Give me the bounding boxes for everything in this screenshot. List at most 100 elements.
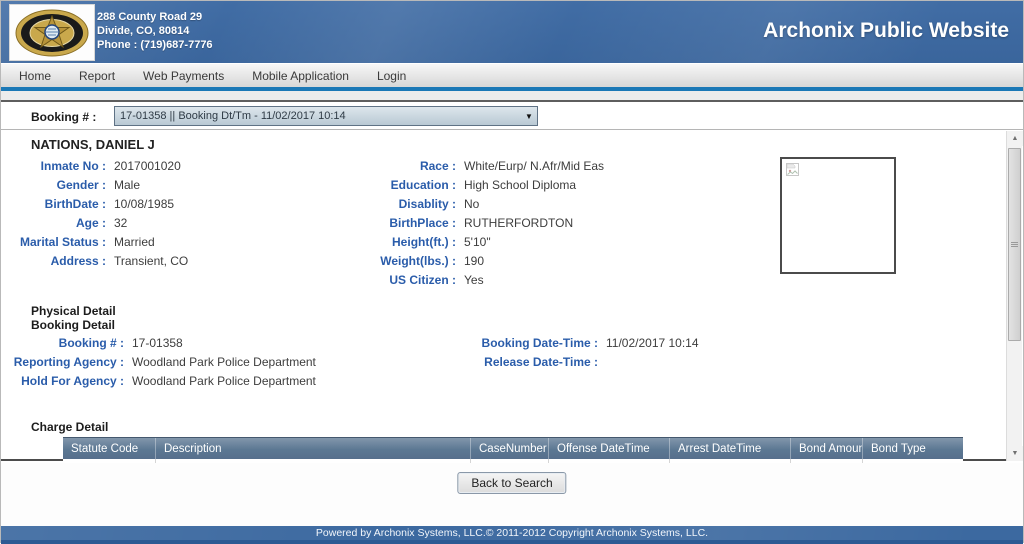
field-release-datetime: Release Date-Time : [461,352,881,371]
booking-number-select[interactable]: 17-01358 || Booking Dt/Tm - 11/02/2017 1… [114,106,538,126]
scrollbar-thumb[interactable] [1008,148,1021,341]
field-value: 10/08/1985 [106,197,174,211]
field-value: 2017001020 [106,159,181,173]
vertical-scrollbar[interactable]: ▲ ▼ [1006,131,1022,461]
col-header-statute-code: Statute Code [63,438,156,459]
inmate-detail-panel: NATIONS, DANIEL J Inmate No : 2017001020… [1,131,1023,461]
nav-item-report[interactable]: Report [65,64,129,87]
field-label: Weight(lbs.) : [331,254,456,268]
broken-image-icon [786,163,799,176]
inmate-fields-right: Race : White/Eurp/ N.Afr/Mid Eas Educati… [331,156,771,289]
footer-bar: Powered by Archonix Systems, LLC.© 2011-… [1,526,1023,540]
field-disability: Disablity : No [331,194,771,213]
field-marital-status: Marital Status : Married [1,232,331,251]
field-inmate-no: Inmate No : 2017001020 [1,156,331,175]
field-label: Race : [331,159,456,173]
field-value: Married [106,235,155,249]
scrollbar-up-icon[interactable]: ▲ [1007,131,1023,146]
page-header: 288 County Road 29 Divide, CO, 80814 Pho… [1,1,1023,63]
field-weight: Weight(lbs.) : 190 [331,251,771,270]
field-gender: Gender : Male [1,175,331,194]
booking-fields-left: Booking # : 17-01358 Reporting Agency : … [1,333,441,390]
sheriff-badge-icon [14,8,90,58]
header-divider-strip [1,91,1023,102]
nav-item-mobile-application[interactable]: Mobile Application [238,64,363,87]
field-value: 5'10" [456,235,491,249]
col-header-arrest-datetime: Arrest DateTime [670,438,791,459]
field-booking-datetime: Booking Date-Time : 11/02/2017 10:14 [461,333,881,352]
field-birthdate: BirthDate : 10/08/1985 [1,194,331,213]
field-label: Address : [1,254,106,268]
main-nav: Home Report Web Payments Mobile Applicat… [1,63,1023,87]
field-value: 190 [456,254,484,268]
field-label: Marital Status : [1,235,106,249]
field-birthplace: BirthPlace : RUTHERFORDTON [331,213,771,232]
field-value: High School Diploma [456,178,576,192]
address-line: Phone : (719)687-7776 [97,38,213,52]
field-label: BirthDate : [1,197,106,211]
booking-select-value: 17-01358 || Booking Dt/Tm - 11/02/2017 1… [115,110,521,122]
nav-item-web-payments[interactable]: Web Payments [129,64,238,87]
field-hold-for-agency: Hold For Agency : Woodland Park Police D… [1,371,441,390]
charge-detail-table: Statute Code Description CaseNumber Offe… [63,437,963,464]
booking-number-label: Booking # : [31,110,96,124]
field-label: Height(ft.) : [331,235,456,249]
field-label: Inmate No : [1,159,106,173]
booking-fields-right: Booking Date-Time : 11/02/2017 10:14 Rel… [461,333,881,371]
field-us-citizen: US Citizen : Yes [331,270,771,289]
field-label: US Citizen : [331,273,456,287]
charge-table-header-row: Statute Code Description CaseNumber Offe… [63,437,963,459]
field-value: RUTHERFORDTON [456,216,573,230]
field-race: Race : White/Eurp/ N.Afr/Mid Eas [331,156,771,175]
field-label: Reporting Agency : [1,355,124,369]
nav-item-login[interactable]: Login [363,64,420,87]
field-label: BirthPlace : [331,216,456,230]
field-value: Woodland Park Police Department [124,374,316,388]
field-label: Education : [331,178,456,192]
col-header-description: Description [156,438,471,459]
scrollbar-down-icon[interactable]: ▼ [1007,446,1023,461]
footer-bottom-strip [1,540,1023,544]
field-value: Transient, CO [106,254,188,268]
field-value: 17-01358 [124,336,183,350]
agency-address: 288 County Road 29 Divide, CO, 80814 Pho… [97,10,213,52]
inmate-fields-left: Inmate No : 2017001020 Gender : Male Bir… [1,156,331,270]
field-booking-number: Booking # : 17-01358 [1,333,441,352]
section-heading-booking-detail: Booking Detail [31,318,115,332]
field-label: Booking # : [1,336,124,350]
address-line: 288 County Road 29 [97,10,213,24]
address-line: Divide, CO, 80814 [97,24,213,38]
booking-selector-row: Booking # : 17-01358 || Booking Dt/Tm - … [1,104,1023,130]
col-header-bond-type: Bond Type [863,438,963,459]
footer-copyright: Powered by Archonix Systems, LLC.© 2011-… [316,527,708,539]
col-header-case-number: CaseNumber [471,438,549,459]
field-education: Education : High School Diploma [331,175,771,194]
site-title: Archonix Public Website [763,19,1009,43]
field-value: 32 [106,216,127,230]
field-value: Male [106,178,140,192]
scrollbar-grip [1011,241,1018,248]
inmate-name: NATIONS, DANIEL J [31,137,155,152]
field-label: Release Date-Time : [461,355,598,369]
field-value: No [456,197,479,211]
field-value: 11/02/2017 10:14 [598,336,699,350]
nav-item-home[interactable]: Home [1,64,65,87]
col-header-bond-amount: Bond Amount [791,438,863,459]
back-to-search-button[interactable]: Back to Search [457,472,566,494]
col-header-offense-datetime: Offense DateTime [549,438,670,459]
section-heading-charge-detail: Charge Detail [31,420,108,434]
field-value: Yes [456,273,484,287]
field-height: Height(ft.) : 5'10" [331,232,771,251]
chevron-down-icon: ▼ [521,112,537,121]
field-label: Booking Date-Time : [461,336,598,350]
field-address: Address : Transient, CO [1,251,331,270]
section-heading-physical-detail: Physical Detail [31,304,116,318]
field-value: White/Eurp/ N.Afr/Mid Eas [456,159,604,173]
field-label: Gender : [1,178,106,192]
field-age: Age : 32 [1,213,331,232]
mugshot-placeholder [780,157,896,274]
bottom-band: Back to Search [1,463,1023,526]
field-label: Hold For Agency : [1,374,124,388]
agency-logo [9,4,95,61]
field-reporting-agency: Reporting Agency : Woodland Park Police … [1,352,441,371]
